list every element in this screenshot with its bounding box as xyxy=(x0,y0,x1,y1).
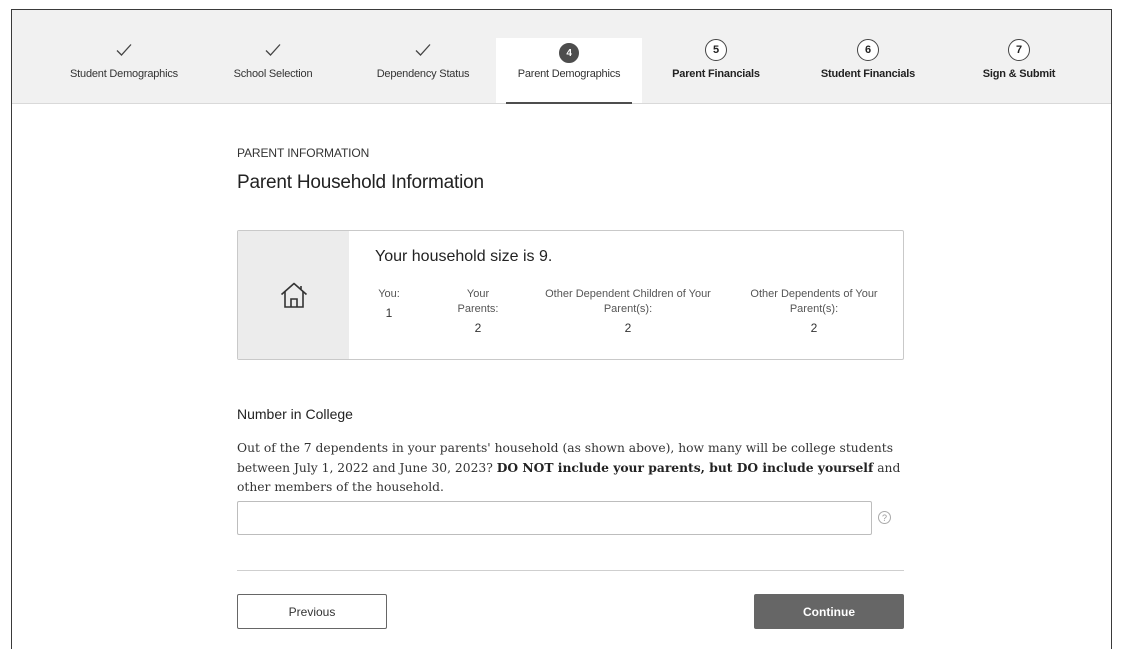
number-in-college-heading: Number in College xyxy=(237,406,353,422)
column-label: You: xyxy=(378,288,400,300)
question-emphasis: DO NOT include your parents, but DO incl… xyxy=(496,460,874,475)
step-number-badge: 4 xyxy=(559,43,579,63)
continue-button[interactable]: Continue xyxy=(754,594,904,629)
main-content: PARENT INFORMATION Parent Household Info… xyxy=(237,146,907,629)
step-parent-financials[interactable]: 5 Parent Financials xyxy=(641,37,791,103)
number-in-college-question: Out of the 7 dependents in your parents'… xyxy=(237,441,901,494)
household-info: Your household size is 9. You: 1 Your Pa… xyxy=(349,231,903,359)
step-number-badge: 5 xyxy=(705,39,727,61)
household-size-text: Your household size is 9. xyxy=(375,248,553,265)
column-label: Other Dependents of Your Parent(s): xyxy=(750,288,878,315)
step-number-badge: 7 xyxy=(1008,39,1030,61)
step-number-badge: 6 xyxy=(857,39,879,61)
column-value: 2 xyxy=(810,321,818,335)
step-label: School Selection xyxy=(233,68,313,80)
step-student-financials[interactable]: 6 Student Financials xyxy=(793,37,943,103)
progress-stepper: Student Demographics School Selection De… xyxy=(12,10,1111,104)
step-school-selection[interactable]: School Selection xyxy=(198,37,348,103)
step-student-demographics[interactable]: Student Demographics xyxy=(49,37,199,103)
step-sign-submit[interactable]: 7 Sign & Submit xyxy=(944,37,1094,103)
section-eyebrow: PARENT INFORMATION xyxy=(237,146,370,160)
household-column-other-children: Other Dependent Children of Your Parent(… xyxy=(543,287,713,336)
household-column-you: You: 1 xyxy=(374,287,404,321)
column-value: 2 xyxy=(474,321,482,335)
checkmark-icon xyxy=(198,37,348,63)
household-column-parents: Your Parents: 2 xyxy=(455,287,501,336)
step-label: Student Demographics xyxy=(70,68,178,80)
column-value: 1 xyxy=(385,306,393,320)
step-label: Parent Financials xyxy=(672,68,760,80)
step-dependency-status[interactable]: Dependency Status xyxy=(348,37,498,103)
previous-button[interactable]: Previous xyxy=(237,594,387,629)
question-circle-icon[interactable]: ? xyxy=(878,511,891,524)
page-title: Parent Household Information xyxy=(237,172,484,193)
step-label: Sign & Submit xyxy=(982,68,1056,80)
active-step-underline xyxy=(506,102,632,104)
checkmark-icon xyxy=(348,37,498,63)
number-in-college-input[interactable] xyxy=(237,501,872,535)
column-label: Other Dependent Children of Your Parent(… xyxy=(545,288,711,315)
column-value: 2 xyxy=(624,321,632,335)
step-label: Student Financials xyxy=(820,68,916,80)
checkmark-icon xyxy=(49,37,199,63)
household-column-other-dependents: Other Dependents of Your Parent(s): 2 xyxy=(739,287,889,336)
divider xyxy=(237,570,904,571)
household-size-value: 9. xyxy=(538,248,553,265)
column-label: Your Parents: xyxy=(457,288,499,315)
household-summary-card: Your household size is 9. You: 1 Your Pa… xyxy=(237,230,904,360)
step-label: Parent Demographics xyxy=(517,68,621,80)
step-label: Dependency Status xyxy=(376,68,470,80)
step-parent-demographics[interactable]: 4 Parent Demographics xyxy=(496,38,642,104)
app-frame: Student Demographics School Selection De… xyxy=(11,9,1112,649)
house-icon xyxy=(238,231,349,359)
